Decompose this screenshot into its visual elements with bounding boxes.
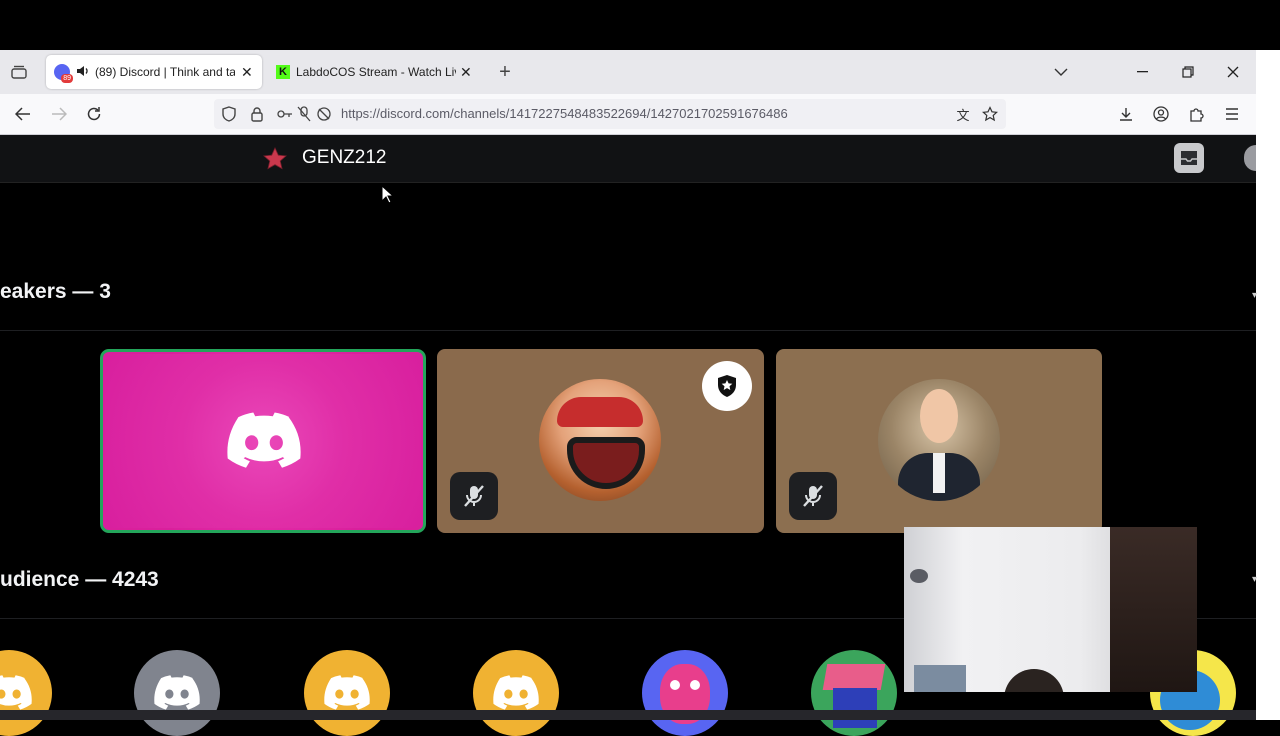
speakers-divider [0, 330, 1256, 331]
tab-labdocos[interactable]: K LabdoCOS Stream - Watch Live ✕ [266, 55, 482, 89]
tab-overflow-chevron-icon[interactable] [1050, 62, 1072, 82]
webcam-overlay [904, 527, 1197, 692]
audience-avatar[interactable] [811, 650, 897, 736]
mouse-cursor-icon [381, 184, 395, 205]
forward-arrow-icon[interactable] [48, 103, 70, 125]
reload-icon[interactable] [83, 103, 105, 125]
taskbar-edge [0, 710, 1256, 720]
muted-mic-icon [450, 472, 498, 520]
permissions-icon[interactable] [276, 105, 294, 123]
speaker-avatar [878, 379, 1000, 501]
extensions-puzzle-icon[interactable] [1186, 103, 1208, 125]
bookmark-star-icon[interactable] [981, 105, 999, 123]
download-icon[interactable] [1115, 103, 1137, 125]
audience-avatar[interactable] [473, 650, 559, 736]
new-tab-button[interactable]: + [494, 61, 516, 83]
speaker-avatar [539, 379, 661, 501]
close-tab-icon[interactable]: ✕ [241, 64, 253, 81]
audience-avatar[interactable] [304, 650, 390, 736]
discord-favicon-icon: 89 [54, 64, 73, 83]
restore-icon[interactable] [1177, 62, 1199, 82]
speaker-tile[interactable] [776, 349, 1102, 533]
shield-icon[interactable] [220, 105, 238, 123]
audience-heading: udience — 4243 [0, 568, 159, 591]
close-tab-icon[interactable]: ✕ [460, 64, 472, 81]
collapse-chevron-icon[interactable]: ▾ [1252, 574, 1257, 585]
server-name[interactable]: GENZ212 [302, 147, 386, 169]
screen-right-edge [1256, 50, 1280, 720]
browser-nav-bar: https://discord.com/channels/14172275484… [0, 94, 1256, 135]
minimize-icon[interactable] [1132, 62, 1154, 82]
translate-icon[interactable]: 文 [954, 105, 972, 123]
speaker-tile[interactable] [437, 349, 764, 533]
muted-mic-icon [789, 472, 837, 520]
notification-badge: 89 [61, 74, 73, 83]
screen-top-bar [0, 0, 1280, 50]
inbox-icon[interactable] [1174, 143, 1204, 173]
close-window-icon[interactable] [1222, 62, 1244, 82]
server-star-icon [262, 147, 288, 171]
tab-list-icon[interactable] [8, 62, 30, 82]
stage-header: GENZ212 [0, 135, 1256, 183]
back-arrow-icon[interactable] [12, 103, 34, 125]
kick-favicon-icon: K [276, 65, 290, 79]
audience-avatar[interactable] [134, 650, 220, 736]
account-icon[interactable] [1150, 103, 1172, 125]
tracking-blocked-icon[interactable] [315, 105, 333, 123]
mic-blocked-icon[interactable] [295, 105, 313, 123]
collapse-chevron-icon[interactable]: ▾ [1252, 290, 1257, 301]
menu-hamburger-icon[interactable] [1221, 103, 1243, 125]
browser-tab-strip: 89 (89) Discord | Think and tall ✕ K Lab… [0, 50, 1256, 94]
user-avatar[interactable] [1244, 145, 1256, 171]
tab-discord[interactable]: 89 (89) Discord | Think and tall ✕ [46, 55, 262, 89]
url-text[interactable]: https://discord.com/channels/14172275484… [341, 106, 788, 121]
discord-logo-icon [227, 412, 301, 470]
lock-icon[interactable] [248, 105, 266, 123]
moderator-badge-icon [702, 361, 752, 411]
tab-title: (89) Discord | Think and tall [95, 65, 235, 79]
url-bar[interactable]: https://discord.com/channels/14172275484… [214, 99, 1006, 129]
speaker-icon[interactable] [76, 65, 89, 80]
speaker-tile-speaking[interactable] [100, 349, 426, 533]
audience-avatar[interactable] [0, 650, 52, 736]
audience-avatar[interactable] [642, 650, 728, 736]
tab-title: LabdoCOS Stream - Watch Live [296, 65, 456, 79]
speakers-heading: eakers — 3 [0, 280, 111, 303]
